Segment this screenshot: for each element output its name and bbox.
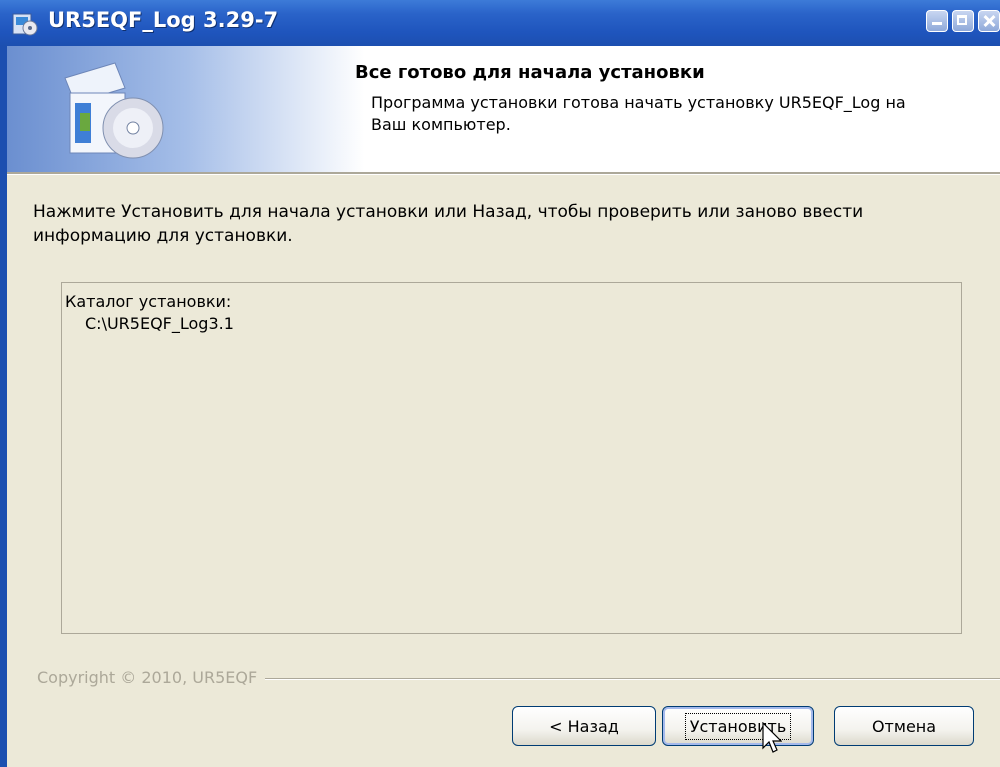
memo-label: Каталог установки: xyxy=(65,292,232,311)
instruction-text: Нажмите Установить для начала установки … xyxy=(33,202,864,246)
copyright-text: Copyright © 2010, UR5EQF xyxy=(37,668,266,687)
install-button[interactable]: Установить xyxy=(662,706,814,746)
back-button[interactable]: < Назад xyxy=(512,706,656,746)
close-button[interactable] xyxy=(978,10,1000,32)
cancel-button[interactable]: Отмена xyxy=(834,706,974,746)
installer-box-disc-icon xyxy=(64,62,164,159)
page-subtitle: Программа установки готова начать устано… xyxy=(371,93,906,134)
title-bar[interactable]: UR5EQF_Log 3.29-7 xyxy=(0,0,1000,46)
ready-memo[interactable]: Каталог установки: C:\UR5EQF_Log3.1 xyxy=(61,282,962,634)
window-title: UR5EQF_Log 3.29-7 xyxy=(48,8,279,32)
header-divider xyxy=(7,172,1000,175)
installer-icon xyxy=(12,13,38,36)
maximize-button[interactable] xyxy=(952,10,974,32)
install-path: C:\UR5EQF_Log3.1 xyxy=(85,314,234,333)
page-title: Все готово для начала установки xyxy=(355,62,705,83)
mouse-pointer-icon xyxy=(762,722,782,753)
minimize-button[interactable] xyxy=(926,10,948,32)
window-border xyxy=(0,46,7,767)
